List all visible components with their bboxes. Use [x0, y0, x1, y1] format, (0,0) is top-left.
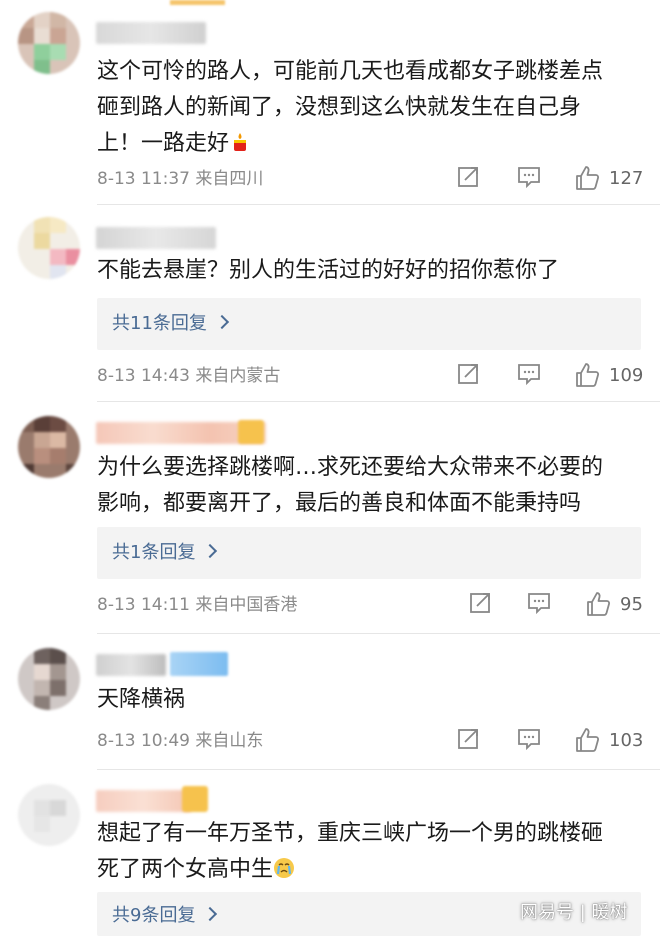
- comment-item: 不能去悬崖？别人的生活过的好好的招你惹你了 共11条回复 8-13 14:43 …: [0, 205, 660, 402]
- chevron-right-icon: [214, 314, 229, 330]
- repost-icon[interactable]: [457, 165, 481, 193]
- replies-label: 共11条回复: [112, 313, 207, 334]
- comment-icon[interactable]: [517, 165, 541, 193]
- comment-text: 为什么要选择跳楼啊…求死还要给大众带来不必要的 影响，都要离开了，最后的善良和体…: [97, 455, 604, 516]
- comment-meta: 8-13 11:37 来自四川 127: [97, 165, 644, 193]
- like-count: 103: [609, 730, 644, 751]
- replies-label: 共9条回复: [112, 905, 196, 926]
- like-count: 127: [609, 168, 644, 189]
- like-count: 109: [609, 365, 644, 386]
- badge-blurred: [170, 652, 228, 676]
- comment-meta: 8-13 14:43 来自内蒙古 109: [97, 362, 644, 390]
- comment-icon[interactable]: [527, 591, 551, 619]
- avatar[interactable]: [18, 416, 80, 478]
- comment-icon[interactable]: [517, 362, 541, 390]
- timestamp-location: 8-13 10:49 来自山东: [97, 731, 264, 751]
- avatar[interactable]: [18, 784, 80, 846]
- timestamp-location: 8-13 14:11 来自中国香港: [97, 595, 298, 615]
- comment-text: 这个可怜的路人，可能前几天也看成都女子跳楼差点 砸到路人的新闻了，没想到这么快就…: [97, 54, 642, 165]
- username-blurred[interactable]: [96, 227, 216, 249]
- comment-text: 天降横祸: [97, 687, 186, 712]
- comment-meta: 8-13 14:11 来自中国香港 95: [97, 591, 643, 619]
- repost-icon[interactable]: [457, 362, 481, 390]
- repost-icon[interactable]: [469, 591, 493, 619]
- username-blurred[interactable]: [96, 654, 166, 676]
- like-count: 95: [620, 594, 643, 615]
- comment-item: 这个可怜的路人，可能前几天也看成都女子跳楼差点 砸到路人的新闻了，没想到这么快就…: [0, 0, 660, 205]
- like-icon[interactable]: [585, 591, 611, 619]
- badge-blurred: [182, 786, 208, 812]
- view-replies-button[interactable]: 共11条回复: [97, 298, 641, 350]
- view-replies-button[interactable]: 共1条回复: [97, 527, 641, 579]
- comment-item: 为什么要选择跳楼啊…求死还要给大众带来不必要的 影响，都要离开了，最后的善良和体…: [0, 402, 660, 634]
- comment-text: 不能去悬崖？别人的生活过的好好的招你惹你了: [97, 258, 560, 283]
- username-blurred[interactable]: [96, 22, 206, 44]
- timestamp-location: 8-13 14:43 来自内蒙古: [97, 366, 281, 386]
- comment-icon[interactable]: [517, 727, 541, 755]
- repost-icon[interactable]: [457, 727, 481, 755]
- comment-meta: 8-13 10:49 来自山东 103: [97, 727, 644, 755]
- avatar[interactable]: [18, 12, 80, 74]
- like-icon[interactable]: [574, 362, 600, 390]
- candle-icon: [229, 129, 251, 165]
- like-icon[interactable]: [574, 165, 600, 193]
- like-icon[interactable]: [574, 727, 600, 755]
- chevron-right-icon: [203, 906, 218, 922]
- watermark: 网易号 | 暖树: [520, 902, 628, 923]
- replies-label: 共1条回复: [112, 542, 196, 563]
- avatar[interactable]: [18, 217, 80, 279]
- chevron-right-icon: [203, 543, 218, 559]
- timestamp-location: 8-13 11:37 来自四川: [97, 169, 264, 189]
- comment-item: 天降横祸 8-13 10:49 来自山东 103: [0, 634, 660, 770]
- avatar[interactable]: [18, 648, 80, 710]
- username-blurred[interactable]: [96, 790, 191, 812]
- badge-blurred: [238, 420, 264, 444]
- crying-face-icon: [273, 855, 295, 891]
- comment-text: 想起了有一年万圣节，重庆三峡广场一个男的跳楼砸 死了两个女高中生: [97, 816, 642, 891]
